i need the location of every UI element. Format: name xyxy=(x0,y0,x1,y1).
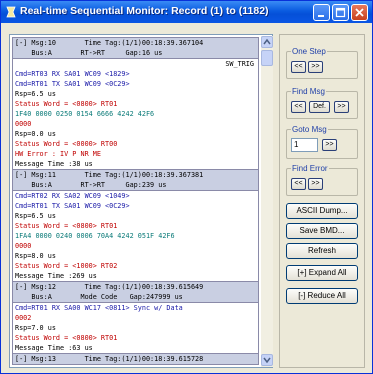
record-line: Status Word = <1000> RT02 xyxy=(15,262,118,270)
record-line: Cmd=RT01 RX SA00 WC17 <0811> Sync w/ Dat… xyxy=(15,304,183,312)
record-line: Status Word = <0800> RT01 xyxy=(15,222,118,230)
record-line: 0002 xyxy=(15,314,32,322)
one-step-label: One Step xyxy=(291,47,327,56)
scroll-up-button[interactable] xyxy=(261,36,273,48)
scroll-down-button[interactable] xyxy=(261,354,273,366)
scroll-thumb[interactable] xyxy=(261,50,273,66)
one-step-prev-button[interactable]: << xyxy=(291,61,306,73)
close-button[interactable] xyxy=(351,4,368,21)
record-header-line: [-] Msg:11 Time Tag:(1/1)00:18:39.367381 xyxy=(15,171,204,179)
close-icon xyxy=(355,8,364,17)
one-step-next-button[interactable]: >> xyxy=(308,61,323,73)
refresh-button[interactable]: Refresh xyxy=(286,243,358,259)
expand-all-button[interactable]: [+] Expand All xyxy=(286,265,358,281)
reduce-all-button[interactable]: [-] Reduce All xyxy=(286,288,358,304)
goto-msg-label: Goto Msg xyxy=(291,125,328,134)
find-msg-next-button[interactable]: >> xyxy=(334,101,349,113)
record-line: Message Time :63 us xyxy=(15,344,93,352)
record-body: SW_TRIG Cmd=RT03 RX SA01 WC09 <1829> Cmd=R… xyxy=(13,59,258,169)
goto-msg-input[interactable]: 1 xyxy=(291,138,318,152)
message-record[interactable]: [-] Msg:10 Time Tag:(1/1)00:18:39.367104… xyxy=(12,37,259,169)
record-line: 0000 xyxy=(15,242,32,250)
record-line: Cmd=RT01 TX SA01 WC09 <0C29> xyxy=(15,202,130,210)
record-body: Cmd=RT02 RX SA02 WC09 <1049> Cmd=RT01 TX … xyxy=(13,191,258,281)
message-record[interactable]: [-] Msg:11 Time Tag:(1/1)00:18:39.367381… xyxy=(12,169,259,281)
chevron-up-icon xyxy=(263,38,271,45)
record-line: HW Error : IV P NR ME xyxy=(15,150,101,158)
record-line: Status Word = <0800> RT01 xyxy=(15,334,118,342)
record-line: Status Word = <0000> RT00 xyxy=(15,140,118,148)
find-error-label: Find Error xyxy=(291,164,329,173)
find-msg-label: Find Msg xyxy=(291,87,326,96)
record-line: 0000 xyxy=(15,120,32,128)
ascii-dump-button[interactable]: ASCII Dump... xyxy=(286,203,358,219)
window-title: Real-time Sequential Monitor: Record (1)… xyxy=(20,5,269,17)
app-icon xyxy=(6,6,16,18)
control-panel: One Step << >> Find Msg << Def. >> Goto … xyxy=(279,34,365,368)
maximize-icon xyxy=(335,7,346,18)
record-header-line: Bus:A RT->RT Gap:16 us xyxy=(15,49,163,57)
find-error-prev-button[interactable]: << xyxy=(291,178,306,190)
vertical-scrollbar[interactable] xyxy=(261,36,273,367)
record-line: Status Word = <0800> RT01 xyxy=(15,100,118,108)
find-msg-prev-button[interactable]: << xyxy=(291,101,306,113)
minimize-button[interactable] xyxy=(313,4,330,21)
maximize-button[interactable] xyxy=(332,4,349,21)
record-line: Cmd=RT01 TX SA01 WC09 <0C29> xyxy=(15,80,130,88)
record-line: Rsp=6.5 us xyxy=(15,212,56,220)
message-log-panel: [-] Msg:10 Time Tag:(1/1)00:18:39.367104… xyxy=(9,34,273,368)
record-header[interactable]: [-] Msg:13 Time Tag:(1/1)00:18:39.615728 xyxy=(13,354,258,365)
monitor-window: Real-time Sequential Monitor: Record (1)… xyxy=(0,0,373,374)
record-line: Cmd=RT02 RX SA02 WC09 <1049> xyxy=(15,192,130,200)
record-header[interactable]: [-] Msg:11 Time Tag:(1/1)00:18:39.367381… xyxy=(13,170,258,191)
record-line: Rsp=8.0 us xyxy=(15,252,56,260)
record-line: Rsp=0.0 us xyxy=(15,130,56,138)
record-line: Cmd=RT03 RX SA01 WC09 <1829> xyxy=(15,70,130,78)
record-body: Cmd=RT01 RX SA00 WC17 <0811> Sync w/ Dat… xyxy=(13,303,258,353)
message-log[interactable]: [-] Msg:10 Time Tag:(1/1)00:18:39.367104… xyxy=(12,37,259,367)
goto-msg-group: Goto Msg 1 >> xyxy=(286,125,358,159)
find-error-next-button[interactable]: >> xyxy=(308,178,323,190)
record-line: 1FA4 0000 0240 0006 70A4 4242 051F 42F6 xyxy=(15,232,175,240)
one-step-group: One Step << >> xyxy=(286,47,358,79)
record-header-line: Bus:A Mode Code Gap:247999 us xyxy=(15,293,183,301)
record-header-line: [-] Msg:12 Time Tag:(1/1)00:18:39.615649 xyxy=(15,283,204,291)
record-header[interactable]: [-] Msg:10 Time Tag:(1/1)00:18:39.367104… xyxy=(13,38,258,59)
record-line: Rsp=6.5 us xyxy=(15,90,56,98)
message-record[interactable]: [-] Msg:12 Time Tag:(1/1)00:18:39.615649… xyxy=(12,281,259,353)
record-line: Rsp=7.0 us xyxy=(15,324,56,332)
goto-msg-button[interactable]: >> xyxy=(322,139,337,151)
record-header-line: [-] Msg:10 Time Tag:(1/1)00:18:39.367104 xyxy=(15,39,204,47)
record-line: SW_TRIG xyxy=(225,60,254,68)
record-header-line: [-] Msg:13 Time Tag:(1/1)00:18:39.615728 xyxy=(15,355,204,363)
find-error-group: Find Error << >> xyxy=(286,164,358,196)
save-bmd-button[interactable]: Save BMD... xyxy=(286,223,358,239)
title-bar[interactable]: Real-time Sequential Monitor: Record (1)… xyxy=(1,1,372,23)
record-line: 1F40 0000 0250 0154 6666 4242 42F6 xyxy=(15,110,155,118)
find-msg-def-button[interactable]: Def. xyxy=(309,101,330,113)
message-record[interactable]: [-] Msg:13 Time Tag:(1/1)00:18:39.615728 xyxy=(12,353,259,365)
record-header-line: Bus:A RT->RT Gap:239 us xyxy=(15,181,167,189)
record-line: Message Time :38 us xyxy=(15,160,93,168)
record-header[interactable]: [-] Msg:12 Time Tag:(1/1)00:18:39.615649… xyxy=(13,282,258,303)
find-msg-group: Find Msg << Def. >> xyxy=(286,87,358,119)
minimize-icon xyxy=(318,15,324,17)
record-line: Message Time :269 us xyxy=(15,272,97,280)
chevron-down-icon xyxy=(263,357,271,364)
